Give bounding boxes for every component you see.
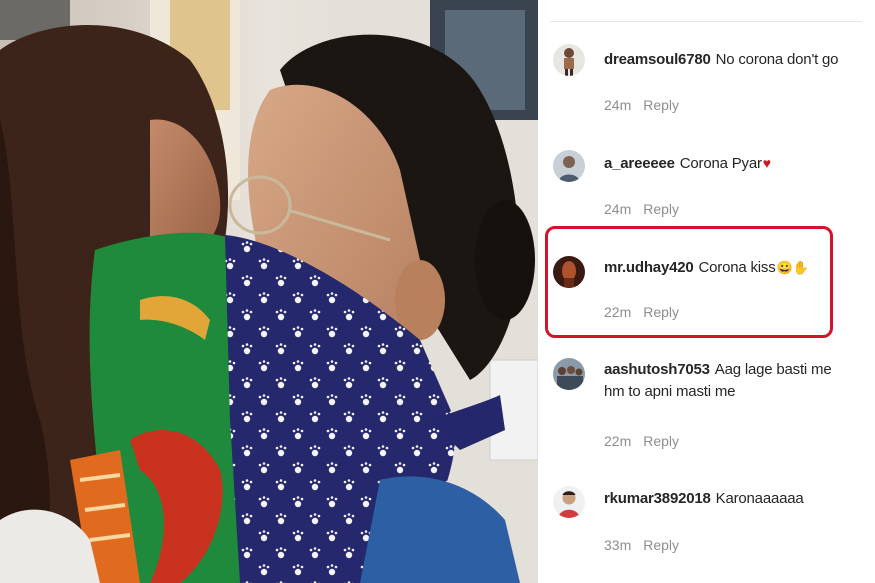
comment-time: 24m: [604, 201, 632, 217]
post-photo: [0, 0, 538, 583]
comment-username[interactable]: dreamsoul6780: [604, 51, 711, 68]
comment-time: 24m: [604, 97, 632, 113]
couple-photo-image: [0, 0, 538, 583]
screenshot-canvas: dreamsoul6780 No corona don't go 24m Reply…: [0, 0, 875, 583]
child-portrait-avatar[interactable]: [553, 44, 585, 76]
top-divider: [550, 21, 862, 22]
reply-button[interactable]: Reply: [643, 537, 679, 553]
comment-meta: 24m Reply: [604, 200, 679, 218]
group-portrait-avatar[interactable]: [553, 358, 585, 390]
comment-line: rkumar3892018 Karonaaaaaa: [604, 488, 854, 510]
comment-time: 33m: [604, 537, 632, 553]
comment-text: Corona Pyar: [679, 155, 762, 172]
comment-line: a_areeeee Corona Pyar♥: [604, 152, 854, 175]
reply-button[interactable]: Reply: [643, 97, 679, 113]
reply-button[interactable]: Reply: [643, 433, 679, 449]
comment-username[interactable]: rkumar3892018: [604, 490, 711, 507]
comment-line: dreamsoul6780 No corona don't go: [604, 49, 854, 71]
heart-icon: ♥: [762, 155, 771, 171]
comment-line: aashutosh7053 Aag lage basti me hm to apn…: [604, 359, 854, 403]
person-portrait-avatar[interactable]: [553, 150, 585, 182]
reply-button[interactable]: Reply: [643, 201, 679, 217]
comment-meta: 22m Reply: [604, 432, 679, 450]
comment-username[interactable]: aashutosh7053: [604, 361, 710, 378]
comment-text: No corona don't go: [715, 51, 839, 68]
comment-text: Karonaaaaaa: [715, 490, 804, 507]
comment-username[interactable]: a_areeeee: [604, 155, 675, 172]
comment-meta: 24m Reply: [604, 96, 679, 114]
highlight-box: [545, 226, 833, 338]
man-portrait-avatar[interactable]: [553, 486, 585, 518]
comment-time: 22m: [604, 433, 632, 449]
comment-meta: 33m Reply: [604, 536, 679, 554]
